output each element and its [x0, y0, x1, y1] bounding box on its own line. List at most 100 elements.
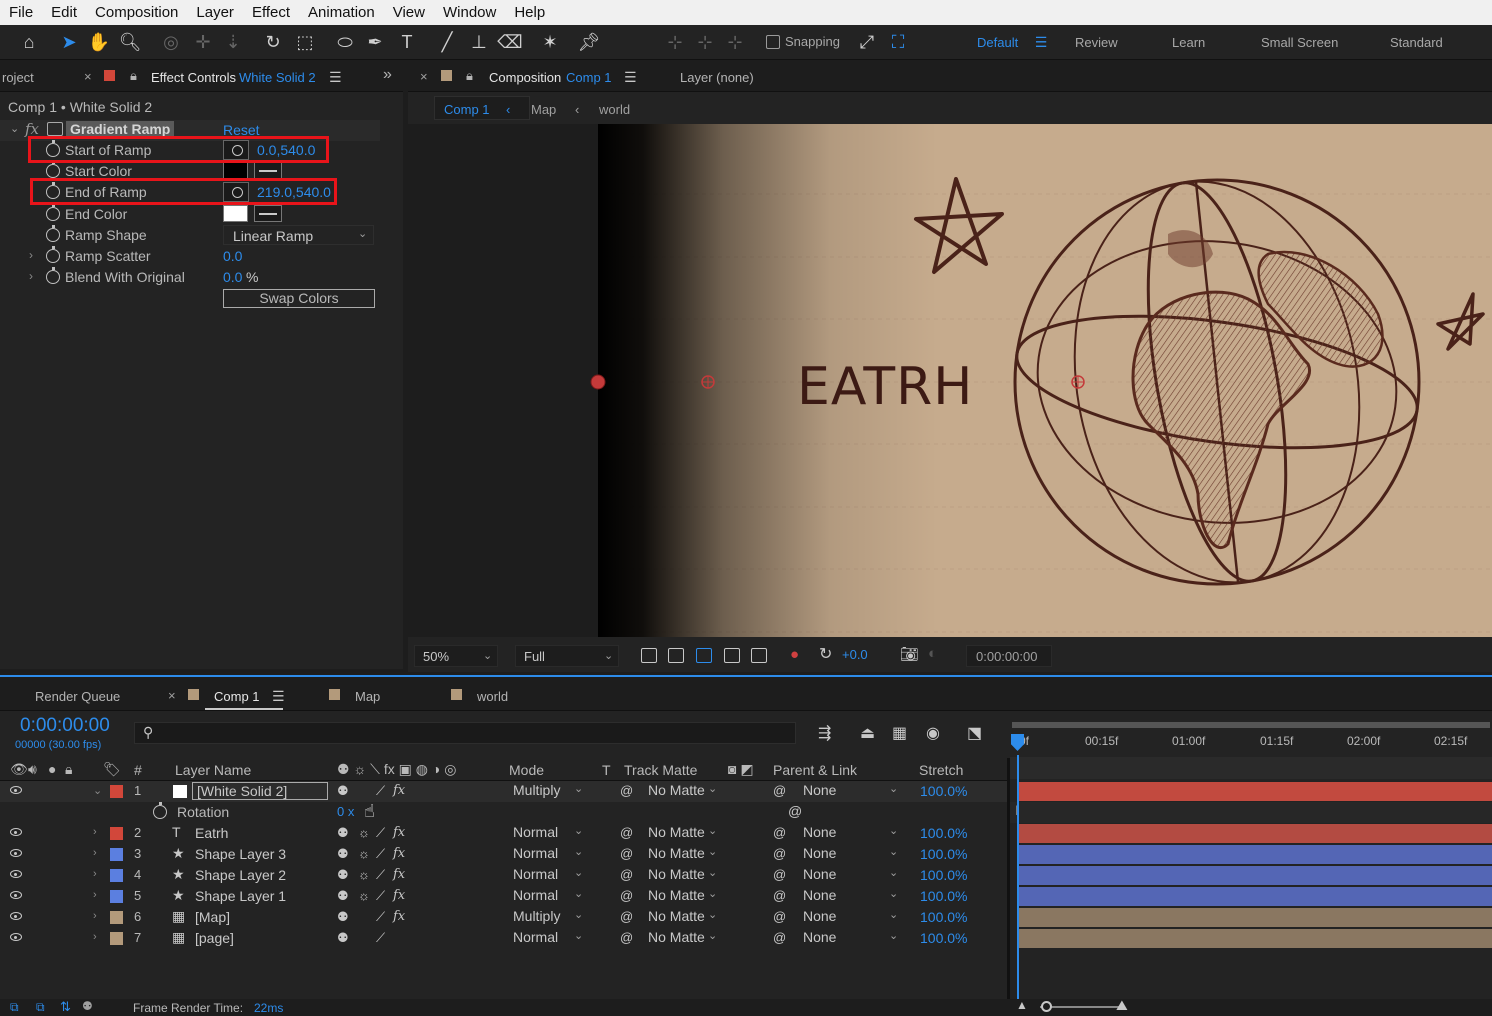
layer-label-color[interactable] [110, 911, 123, 924]
collapse-switch-icon[interactable]: ☼ [358, 867, 370, 882]
stretch-value[interactable]: 100.0% [920, 909, 967, 925]
parent-dropdown[interactable]: None ⌄ [797, 782, 905, 801]
layer-name-column-header[interactable]: Layer Name [175, 762, 251, 778]
blend-mode-dropdown[interactable]: Normal ⌄ [506, 887, 588, 906]
snapping-checkbox[interactable] [766, 34, 780, 49]
visibility-eye-icon[interactable] [10, 891, 22, 899]
panel-menu-icon[interactable]: ☰ [272, 688, 285, 705]
stopwatch-icon[interactable] [46, 246, 60, 263]
quality-switch-icon[interactable]: ⟋ [376, 825, 385, 841]
pick-whip-icon[interactable]: @ [620, 930, 633, 945]
shy-switch-icon[interactable]: ⚉ [337, 909, 349, 925]
guides-grid-icon[interactable] [751, 648, 767, 663]
parent-dropdown[interactable]: None ⌄ [797, 824, 905, 843]
track-matte-dropdown[interactable]: No Matte ⌄ [642, 845, 722, 864]
layer-duration-bar[interactable] [1019, 887, 1492, 906]
workspace-small-screen[interactable]: Small Screen [1261, 35, 1338, 50]
parent-pick-whip-icon[interactable]: @ [773, 930, 786, 945]
axis-world-icon[interactable]: ⊹ [692, 29, 718, 55]
parent-pick-whip-icon[interactable]: @ [773, 867, 786, 882]
menu-help[interactable]: Help [505, 0, 554, 25]
stretch-value[interactable]: 100.0% [920, 888, 967, 904]
tab-map[interactable]: Map [355, 689, 380, 704]
track-matte-dropdown[interactable]: No Matte ⌄ [642, 866, 722, 885]
quality-switch-icon[interactable]: ⟋ [376, 846, 385, 862]
toggle-switches-icon[interactable]: ⧉ [10, 1000, 19, 1015]
puppet-pin-tool-icon[interactable]: 📌︎ [576, 29, 602, 55]
tab-layer[interactable]: Layer (none) [680, 70, 754, 85]
quality-switch-icon[interactable]: ⟋ [376, 930, 385, 946]
stopwatch-icon[interactable] [46, 225, 60, 242]
workspace-standard[interactable]: Standard [1390, 35, 1443, 50]
render-time-icon[interactable]: ⚉ [82, 999, 93, 1013]
ramp-shape-dropdown[interactable]: Linear Ramp ⌄ [223, 225, 374, 245]
layer-label-color[interactable] [110, 932, 123, 945]
workspace-menu-icon[interactable]: ☰ [1028, 29, 1054, 55]
panel-menu-icon[interactable]: ☰ [329, 69, 342, 86]
region-of-interest-icon[interactable] [724, 648, 740, 663]
layer-name[interactable]: Eatrh [195, 825, 228, 841]
pan-camera-icon[interactable]: ✛ [190, 29, 216, 55]
stretch-value[interactable]: 100.0% [920, 867, 967, 883]
zoom-slider-handle[interactable] [1041, 1001, 1052, 1012]
subtab-world[interactable]: world [599, 102, 630, 117]
dolly-camera-icon[interactable]: ⇣ [220, 29, 246, 55]
layer-name[interactable]: [page] [195, 930, 234, 946]
parent-dropdown[interactable]: None ⌄ [797, 866, 905, 885]
visibility-eye-icon[interactable] [10, 933, 22, 941]
workspace-review[interactable]: Review [1075, 35, 1118, 50]
selection-tool-icon[interactable]: ➤ [56, 29, 82, 55]
quality-switch-icon[interactable]: ⟋ [376, 867, 385, 883]
pick-whip-icon[interactable]: @ [620, 867, 633, 882]
ramp-scatter-value[interactable]: 0.0 [223, 248, 242, 264]
timecode-field[interactable]: 0:00:00:00 [966, 645, 1052, 667]
frame-blending-icon[interactable]: ▦ [892, 723, 907, 743]
swap-colors-button[interactable]: Swap Colors [223, 289, 375, 308]
visibility-eye-icon[interactable] [10, 912, 22, 920]
parent-pick-whip-icon[interactable]: @ [773, 888, 786, 903]
track-matte-dropdown[interactable]: No Matte ⌄ [642, 887, 722, 906]
layer-duration-bar[interactable] [1019, 929, 1492, 948]
snapping-toggle[interactable]: Snapping [766, 34, 840, 49]
table-row[interactable]: › 7 ▦ [page] ⚉ ⟋ Normal ⌄ @ No Matte ⌄ @ None ⌄ 100.0% [0, 928, 1010, 949]
menu-file[interactable]: File [0, 0, 42, 25]
close-icon[interactable]: × [420, 69, 428, 84]
shy-switch-icon[interactable]: ⚉ [337, 930, 349, 946]
menu-window[interactable]: Window [434, 0, 505, 25]
ellipse-tool-icon[interactable]: ⬭ [332, 29, 358, 55]
roto-brush-tool-icon[interactable]: ✶ [537, 29, 563, 55]
snapshot-icon[interactable]: 📷︎ [900, 645, 919, 663]
menu-animation[interactable]: Animation [299, 0, 384, 25]
parent-pick-whip-icon[interactable]: @ [773, 783, 786, 798]
blend-mode-dropdown[interactable]: Normal ⌄ [506, 929, 588, 948]
axis-view-icon[interactable]: ⊹ [722, 29, 748, 55]
table-row[interactable]: › 6 ▦ [Map] ⚉ ⟋ fx Multiply ⌄ @ No Matte ⌄ @ None ⌄ 100… [0, 907, 1010, 928]
visibility-eye-icon[interactable] [10, 786, 22, 794]
layer-duration-bar[interactable] [1019, 824, 1492, 843]
stretch-value[interactable]: 100.0% [920, 825, 967, 841]
pane-divider[interactable] [1007, 758, 1010, 999]
toggle-in-out-icon[interactable]: ⇅ [60, 999, 71, 1015]
snap-options-icon[interactable]: ⤢ [854, 29, 880, 55]
work-area-bar[interactable] [1012, 722, 1490, 728]
subtab-comp-1[interactable]: Comp 1 [444, 102, 490, 117]
blend-mode-dropdown[interactable]: Normal ⌄ [506, 866, 588, 885]
eyedropper-icon[interactable] [254, 162, 282, 179]
layer-name[interactable]: Shape Layer 2 [195, 867, 286, 883]
shy-switch-icon[interactable]: ⚉ [337, 867, 349, 883]
layer-label-color[interactable] [110, 785, 123, 798]
pick-whip-icon[interactable]: @ [788, 803, 802, 819]
table-row[interactable]: ⌄ 1 [White Solid 2] ⚉ ⟋ fx Multiply ⌄ @ No Matte ⌄… [0, 781, 1010, 802]
pick-whip-icon[interactable]: @ [620, 846, 633, 861]
tab-composition[interactable]: Composition [489, 70, 561, 85]
hand-tool-icon[interactable]: ✋ [86, 29, 112, 55]
current-time-display[interactable]: 0:00:00:00 [20, 715, 110, 737]
parent-pick-whip-icon[interactable]: @ [773, 846, 786, 861]
mask-visibility-icon[interactable] [696, 648, 712, 663]
tab-effect-controls[interactable]: Effect Controls [151, 70, 236, 85]
chevron-right-icon[interactable]: › [29, 269, 33, 283]
fx-switch-icon[interactable]: fx [393, 846, 405, 861]
panel-overflow-icon[interactable]: » [383, 66, 392, 84]
chevron-right-icon[interactable]: › [29, 248, 33, 262]
effect-name[interactable]: Gradient Ramp [66, 121, 175, 137]
